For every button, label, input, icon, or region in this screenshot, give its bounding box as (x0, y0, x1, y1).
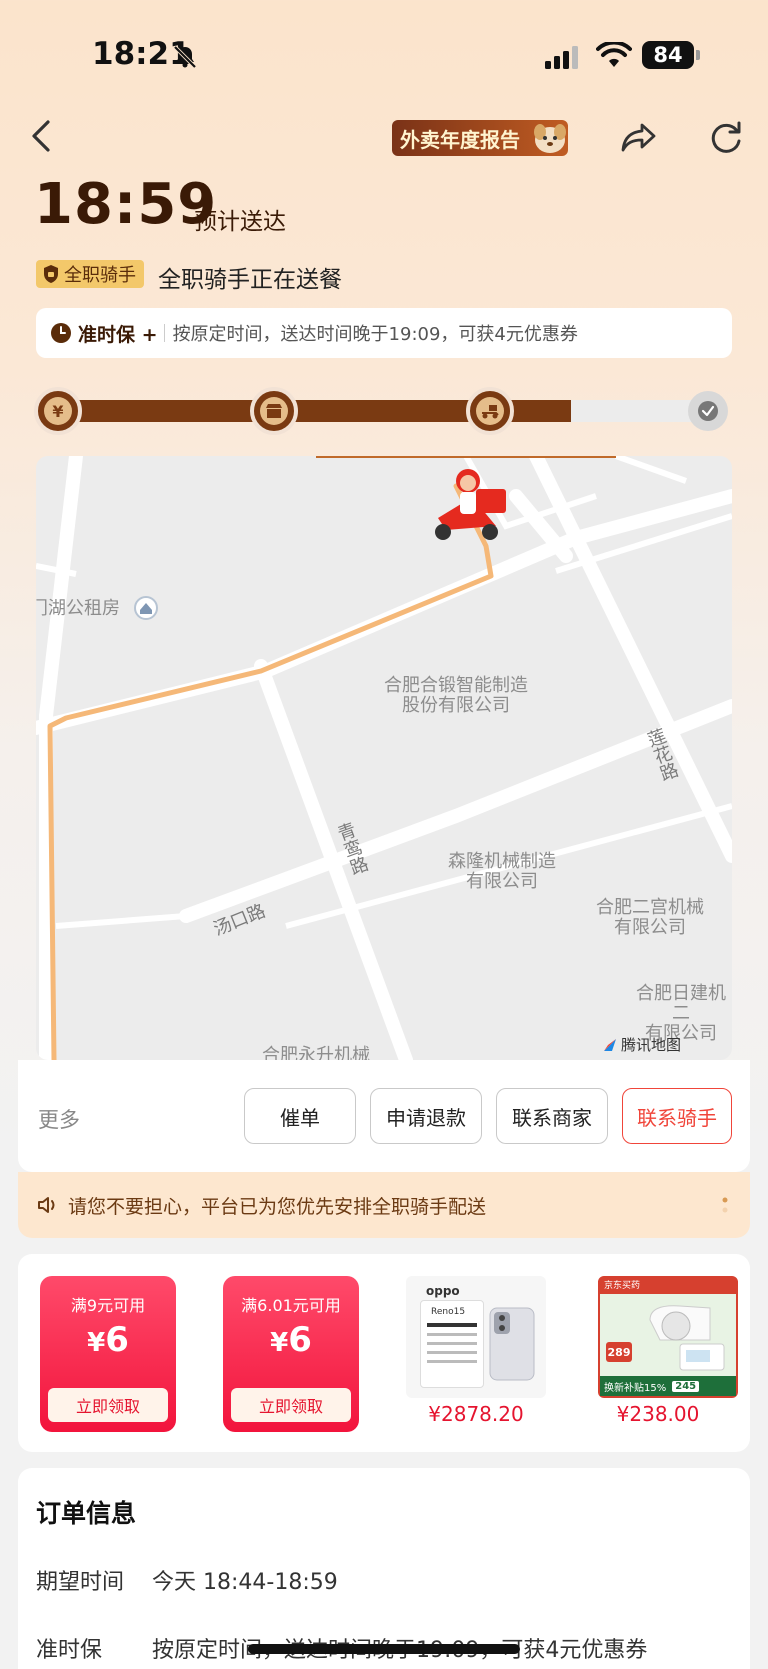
map-place: 合肥永升机械 (262, 1045, 370, 1061)
delivery-map[interactable]: 门湖公租房 合肥合锻智能制造 股份有限公司 森隆机械制造 有限公司 合肥二宫机械… (36, 456, 732, 1060)
battery-cap (696, 50, 700, 60)
speaker-icon (38, 1197, 55, 1213)
product-price: ¥2878.20 (428, 1402, 524, 1426)
coupon-condition: 满9元可用 (70, 1296, 146, 1315)
home-indicator[interactable] (248, 1644, 520, 1654)
urge-button[interactable]: 催单 (244, 1088, 356, 1144)
house-icon (134, 596, 158, 620)
refund-button[interactable]: 申请退款 (370, 1088, 482, 1144)
contact-merchant-button[interactable]: 联系商家 (496, 1088, 608, 1144)
rider-badge-label: 全职骑手 (64, 265, 136, 286)
map-provider: 腾讯地图 (602, 1034, 681, 1055)
coupon-condition: 满6.01元可用 (241, 1296, 341, 1315)
product-brand: 京东买药 (600, 1278, 736, 1294)
step-delivered (688, 391, 728, 431)
product-brand: oppo (426, 1284, 460, 1298)
eta-label: 预计送达 (194, 209, 286, 235)
step-paid: ¥ (34, 387, 82, 435)
yuan-icon: ¥ (44, 397, 72, 425)
store-icon (266, 404, 282, 418)
product-phone[interactable]: oppo Reno15 (406, 1276, 546, 1398)
ontime-text: 按原定时间，送达时间晚于19:09，可获4元优惠券 (172, 324, 578, 345)
map-place: 合肥二宫机械 有限公司 (596, 897, 704, 938)
clock-icon (51, 323, 71, 343)
order-info-title: 订单信息 (36, 1499, 137, 1528)
product-price: ¥238.00 (616, 1402, 700, 1426)
rider-status: 全职骑手正在送餐 (158, 267, 342, 293)
battery-indicator: 84 (642, 41, 694, 69)
notice-text: 请您不要担心，平台已为您优先安排全职骑手配送 (68, 1195, 487, 1218)
row-value: 今天 18:44-18:59 (152, 1570, 338, 1595)
map-place: 门湖公租房 (36, 598, 120, 619)
mascot-dog-icon (534, 124, 566, 153)
rider-badge: 全职骑手 (36, 260, 144, 288)
rider-marker (435, 469, 506, 540)
eta-time: 18:59 (34, 172, 218, 237)
scooter-icon (482, 405, 499, 419)
claim-button[interactable]: 立即领取 (231, 1388, 351, 1422)
row-label: 准时保 (36, 1638, 103, 1663)
map-roads (36, 456, 732, 1060)
back-icon[interactable] (26, 116, 56, 156)
row-label: 期望时间 (36, 1570, 125, 1595)
ontime-brand: 准时保 + (78, 323, 158, 346)
cell-signal-icon (545, 46, 578, 69)
refresh-icon[interactable] (706, 117, 746, 157)
contact-rider-button[interactable]: 联系骑手 (622, 1088, 732, 1144)
step-delivering (466, 387, 514, 435)
share-icon[interactable] (618, 117, 660, 157)
annual-report-text: 外卖年度报告 (400, 127, 520, 152)
map-place: 合肥合锻智能制造 股份有限公司 (384, 675, 528, 716)
coupon-card[interactable]: 满9元可用 ¥6 立即领取 (40, 1276, 176, 1432)
claim-button[interactable]: 立即领取 (48, 1388, 168, 1422)
pager-dots-icon (722, 1197, 728, 1213)
coupon-card[interactable]: 满6.01元可用 ¥6 立即领取 (223, 1276, 359, 1432)
more-button[interactable]: 更多 (38, 1104, 80, 1134)
tencent-map-logo-icon (604, 1038, 616, 1051)
divider (163, 324, 165, 342)
coupon-amount: ¥6 (270, 1320, 312, 1360)
bell-muted-icon (173, 45, 197, 69)
map-place: 森隆机械制造 有限公司 (448, 851, 556, 892)
notice-bar: 请您不要担心，平台已为您优先安排全职骑手配送 (18, 1172, 750, 1238)
product-promo-strip: 换新补贴15% 245 (600, 1376, 736, 1396)
phone-image-icon (489, 1307, 535, 1381)
wifi-icon (596, 42, 632, 67)
check-icon (698, 401, 718, 421)
blood-pressure-monitor-icon (649, 1305, 725, 1371)
coupon-amount: ¥6 (87, 1320, 129, 1360)
product-spec-card: Reno15 (420, 1300, 484, 1388)
step-merchant (250, 387, 298, 435)
product-badge: 289 (606, 1342, 632, 1362)
product-monitor[interactable]: 京东买药 289 换新补贴15% 245 (598, 1276, 738, 1398)
shield-icon (44, 265, 58, 283)
ontime-guarantee-bar[interactable]: 准时保 + 按原定时间，送达时间晚于19:09，可获4元优惠券 (36, 308, 732, 358)
